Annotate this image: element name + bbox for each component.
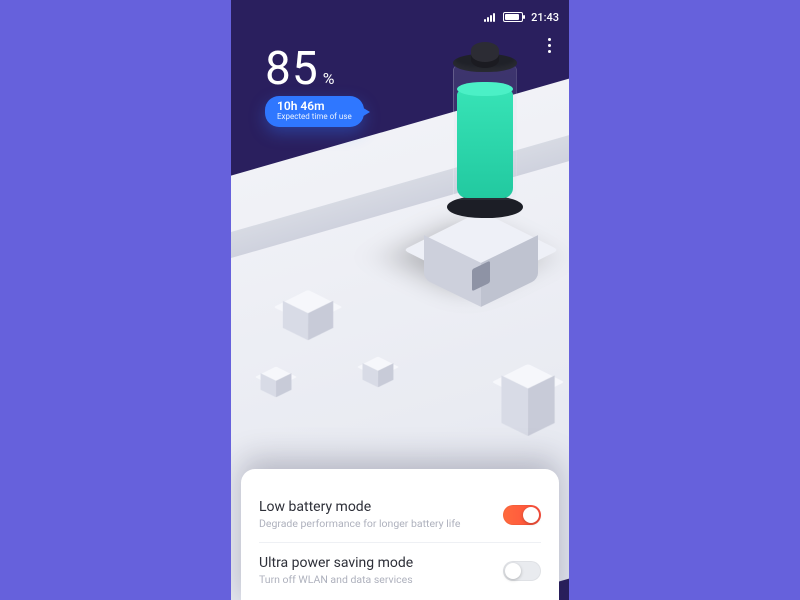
ultra-power-saving-toggle[interactable] (503, 561, 541, 581)
low-battery-mode-row: Low battery mode Degrade performance for… (259, 487, 541, 542)
setting-subtitle: Turn off WLAN and data services (259, 573, 413, 586)
status-bar: 21:43 (231, 8, 569, 26)
battery-percentage: 85 % (265, 42, 334, 96)
setting-title: Ultra power saving mode (259, 555, 413, 571)
expected-time-bubble: 10h 46m Expected time of use (265, 96, 364, 127)
building-icon (502, 356, 553, 407)
setting-subtitle: Degrade performance for longer battery l… (259, 517, 460, 530)
battery-percentage-value: 85 (265, 42, 319, 96)
expected-time-label: Expected time of use (277, 113, 352, 122)
power-modes-card: Low battery mode Degrade performance for… (241, 469, 559, 600)
building-icon (261, 362, 291, 392)
battery-cylinder-icon (453, 58, 517, 218)
setting-title: Low battery mode (259, 499, 460, 515)
signal-icon (484, 12, 495, 22)
low-battery-mode-toggle[interactable] (503, 505, 541, 525)
battery-manager-screen: 21:43 85 % 10h 46m Expected time of use … (231, 0, 569, 600)
building-icon (363, 352, 393, 382)
building-icon (284, 283, 333, 332)
percent-symbol: % (323, 69, 335, 88)
status-time: 21:43 (531, 11, 559, 24)
battery-status-icon (503, 12, 523, 22)
overflow-menu-button[interactable] (542, 32, 557, 59)
ultra-power-saving-row: Ultra power saving mode Turn off WLAN an… (259, 542, 541, 598)
